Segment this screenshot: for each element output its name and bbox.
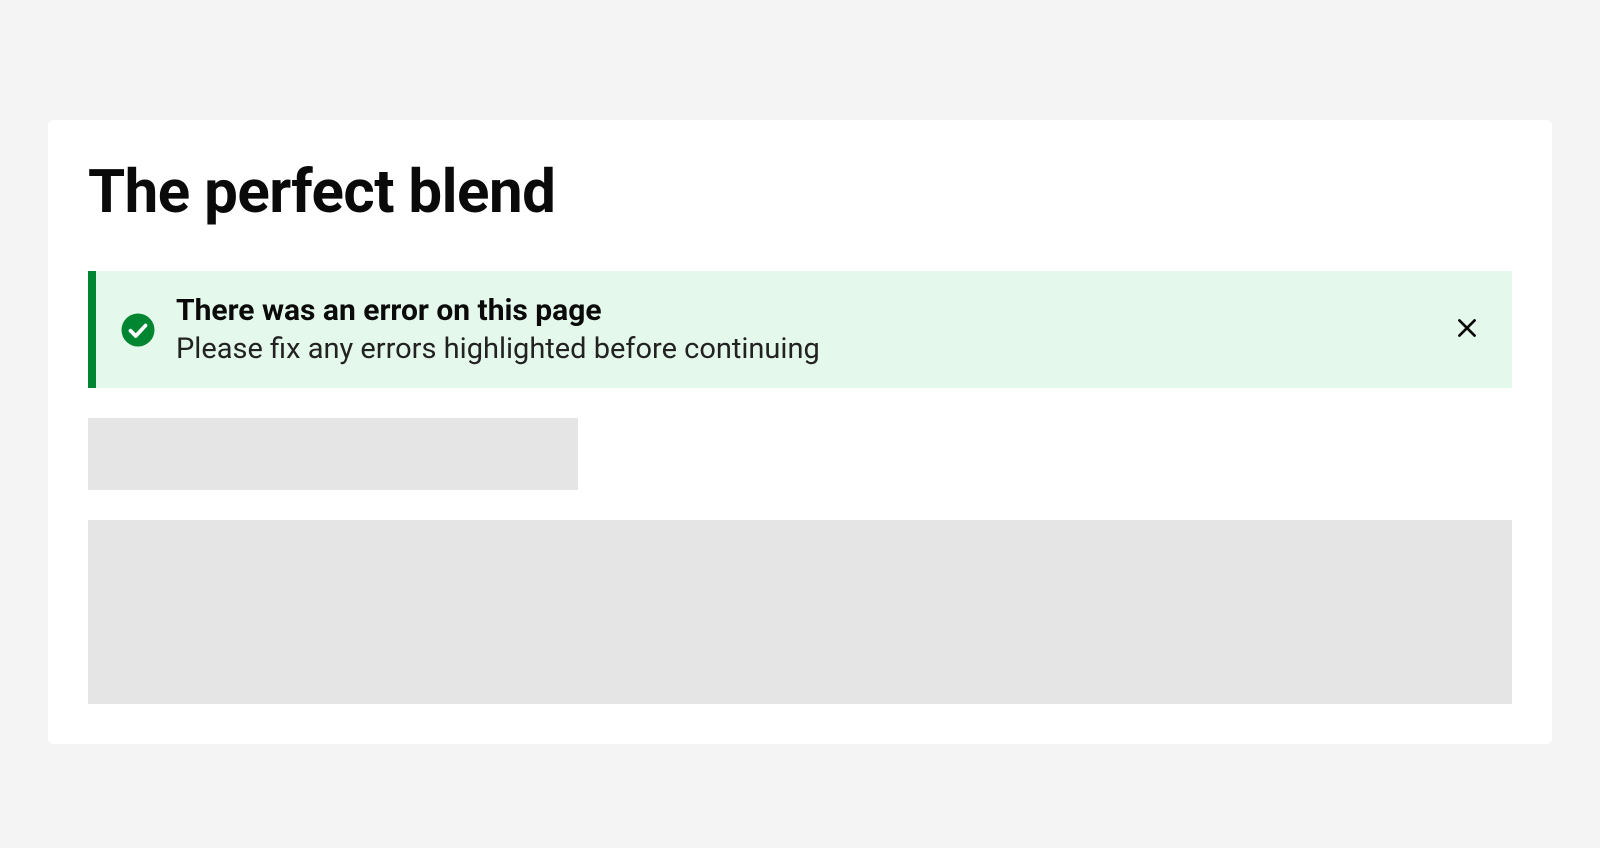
skeleton-placeholder-large [88, 520, 1512, 704]
alert-content: There was an error on this page Please f… [176, 293, 1434, 366]
close-button[interactable] [1450, 311, 1484, 348]
skeleton-placeholder-small [88, 418, 578, 490]
check-circle-icon [120, 312, 156, 348]
success-alert: There was an error on this page Please f… [88, 271, 1512, 388]
content-card: The perfect blend There was an error on … [48, 120, 1552, 744]
alert-message: Please fix any errors highlighted before… [176, 332, 1434, 366]
page-title: The perfect blend [88, 156, 1512, 227]
close-icon [1454, 315, 1480, 344]
alert-title: There was an error on this page [176, 293, 1434, 328]
